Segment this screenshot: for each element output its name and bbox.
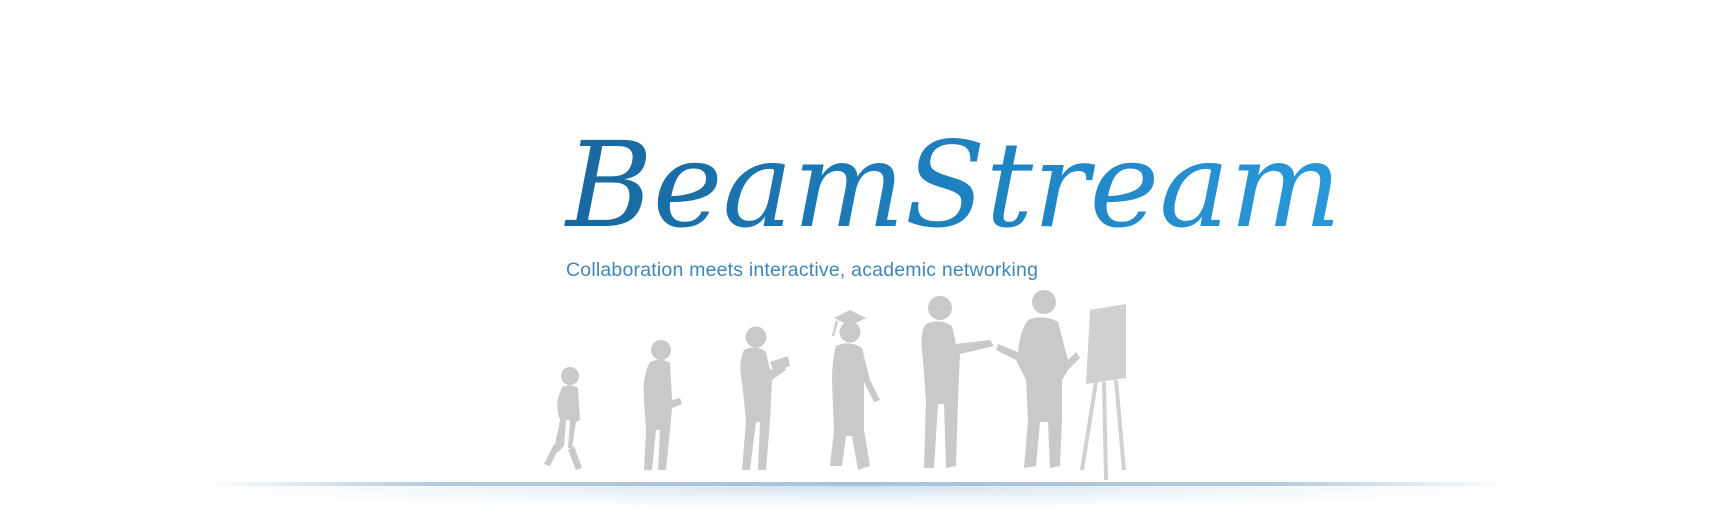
presenter-silhouette	[996, 290, 1080, 468]
brand-logo: BeamStream	[560, 100, 1342, 260]
graduate-silhouette	[830, 310, 880, 470]
boy-silhouette	[643, 340, 682, 470]
logo-text-stream: Stream	[905, 116, 1342, 254]
teen-silhouette	[740, 326, 790, 470]
growth-silhouettes-illustration	[544, 290, 1126, 480]
hero-banner: BeamStream Collaboration meets interacti…	[0, 0, 1710, 520]
man-pointing-silhouette	[921, 296, 994, 468]
ground-shadow	[200, 486, 1510, 508]
svg-text:BeamStream: BeamStream	[564, 116, 1342, 254]
child-silhouette	[544, 367, 582, 470]
logo-wordmark: BeamStream	[564, 116, 1342, 254]
logo-text-beam: Beam	[564, 116, 905, 254]
flipchart-easel	[1080, 304, 1126, 480]
